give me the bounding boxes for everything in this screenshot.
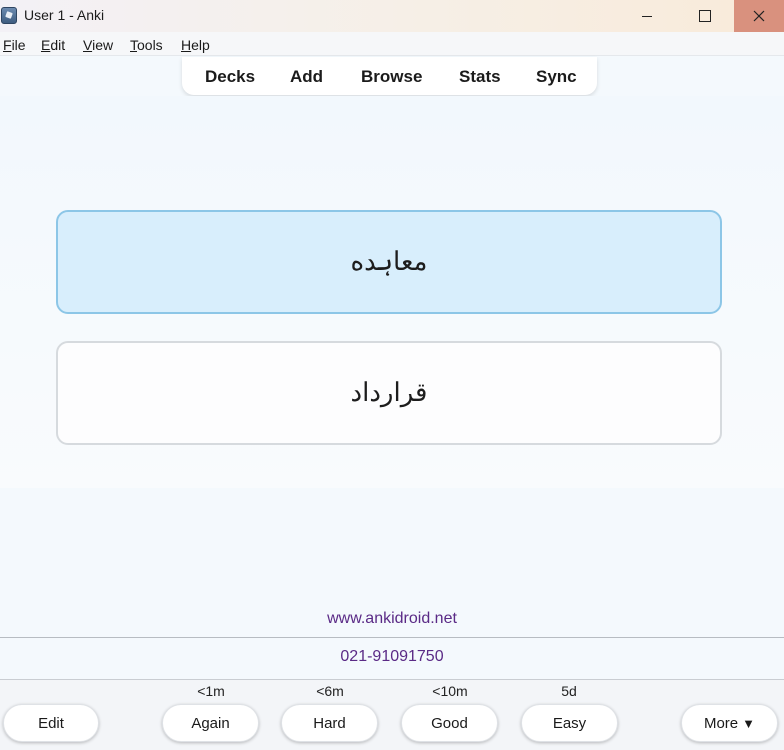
toolbar-decks[interactable]: Decks <box>205 67 255 87</box>
main-toolbar: Decks Add Browse Stats Sync <box>182 57 597 95</box>
interval-again: <1m <box>197 683 225 699</box>
toolbar-sync[interactable]: Sync <box>536 67 577 87</box>
hard-button[interactable]: Hard <box>281 704 378 742</box>
more-button[interactable]: More ▼ <box>681 704 778 742</box>
maximize-button[interactable] <box>682 0 728 32</box>
website-link[interactable]: www.ankidroid.net <box>0 610 784 628</box>
menu-tools[interactable]: Tools <box>130 37 163 53</box>
title-bar: User 1 - Anki <box>0 0 784 32</box>
again-button[interactable]: Again <box>162 704 259 742</box>
easy-button[interactable]: Easy <box>521 704 618 742</box>
card-option-1-text: معاہده <box>350 247 428 277</box>
card-option-2[interactable]: قرارداد <box>56 341 722 445</box>
menu-view[interactable]: View <box>83 37 113 53</box>
anki-app-icon <box>1 7 17 24</box>
interval-easy: 5d <box>561 683 577 699</box>
phone-number: 021-91091750 <box>340 648 444 665</box>
window-title: User 1 - Anki <box>24 7 105 23</box>
close-button[interactable] <box>734 0 784 32</box>
interval-good: <10m <box>432 683 468 699</box>
good-button[interactable]: Good <box>401 704 498 742</box>
menu-file[interactable]: File <box>3 37 26 53</box>
close-icon <box>753 10 765 22</box>
answer-bar <box>0 680 784 750</box>
toolbar-add[interactable]: Add <box>290 67 323 87</box>
menu-bar: File Edit View Tools Help <box>0 32 784 56</box>
edit-button[interactable]: Edit <box>3 704 99 742</box>
card-option-2-text: قرارداد <box>350 378 428 408</box>
divider <box>0 637 784 638</box>
toolbar-stats[interactable]: Stats <box>459 67 501 87</box>
card-option-1[interactable]: معاہده <box>56 210 722 314</box>
toolbar-browse[interactable]: Browse <box>361 67 422 87</box>
menu-help[interactable]: Help <box>181 37 210 53</box>
menu-edit[interactable]: Edit <box>41 37 65 53</box>
dropdown-arrow-icon: ▼ <box>742 715 756 731</box>
interval-hard: <6m <box>316 683 344 699</box>
minimize-button[interactable] <box>624 0 670 32</box>
